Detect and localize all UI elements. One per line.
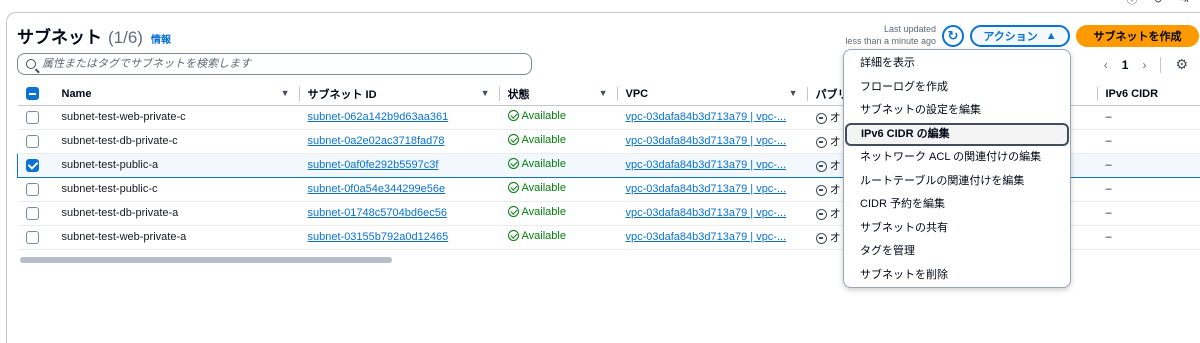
- vpc-link[interactable]: vpc-03dafa84b3d713a79 | vpc-...: [626, 159, 787, 171]
- menu-item-edit-subnet-settings[interactable]: サブネットの設定を編集: [844, 99, 1070, 123]
- row-name: subnet-test-public-c: [53, 177, 300, 202]
- panel-header: サブネット (1/6) 情報: [17, 23, 171, 48]
- no-circle-icon: [815, 232, 827, 244]
- sort-icon: ▼: [598, 88, 608, 98]
- gear-icon[interactable]: ⚙: [1175, 56, 1188, 73]
- actions-dropdown-menu: 詳細を表示 フローログを作成 サブネットの設定を編集 IPv6 CIDR の編集…: [843, 49, 1071, 288]
- menu-item-edit-network-acl[interactable]: ネットワーク ACL の関連付けの編集: [844, 146, 1070, 170]
- row-checkbox[interactable]: [26, 158, 39, 172]
- check-circle-icon: [507, 134, 519, 146]
- no-circle-icon: [815, 184, 827, 196]
- column-header-vpc[interactable]: VPC ▼: [617, 83, 808, 106]
- row-checkbox[interactable]: [25, 230, 39, 244]
- menu-item-share-subnet[interactable]: サブネットの共有: [844, 217, 1070, 241]
- row-checkbox[interactable]: [25, 182, 39, 196]
- actions-button[interactable]: アクション ▲: [970, 25, 1070, 47]
- vpc-link[interactable]: vpc-03dafa84b3d713a79 | vpc-...: [626, 135, 787, 147]
- row-name: subnet-test-db-private-a: [53, 201, 300, 226]
- refresh-icon: ↻: [947, 28, 959, 43]
- row-checkbox[interactable]: [25, 110, 39, 124]
- next-page-icon[interactable]: ›: [1142, 58, 1146, 72]
- subnet-id-link[interactable]: subnet-0a2e02ac3718fad78: [308, 135, 445, 147]
- check-circle-icon: [507, 230, 519, 242]
- menu-item-edit-route-table[interactable]: ルートテーブルの関連付けを編集: [844, 170, 1070, 194]
- row-ipv6: –: [1097, 177, 1200, 202]
- help-icon[interactable]: ⓘ: [1126, 0, 1138, 6]
- row-name: subnet-test-db-private-c: [53, 129, 300, 154]
- current-page[interactable]: 1: [1122, 58, 1129, 72]
- row-ipv6: –: [1097, 201, 1200, 226]
- select-all-checkbox[interactable]: [25, 87, 39, 101]
- prev-page-icon[interactable]: ‹: [1104, 58, 1108, 72]
- pagination-divider: [1160, 56, 1162, 73]
- no-circle-icon: [815, 112, 827, 124]
- column-header-name[interactable]: Name ▼: [53, 83, 300, 106]
- check-circle-icon: [507, 110, 519, 122]
- menu-item-create-flow-log[interactable]: フローログを作成: [844, 76, 1070, 100]
- status-badge: Available: [507, 182, 566, 194]
- caret-up-icon: ▲: [1045, 30, 1057, 42]
- no-circle-icon: [815, 160, 827, 172]
- sort-icon: ▼: [280, 88, 290, 98]
- sort-icon: ▼: [788, 88, 798, 98]
- menu-item-view-details[interactable]: 詳細を表示: [844, 52, 1070, 76]
- menu-item-edit-cidr-reservation[interactable]: CIDR 予約を編集: [844, 193, 1070, 217]
- create-subnet-button[interactable]: サブネットを作成: [1076, 25, 1199, 47]
- sort-icon: ▼: [480, 88, 490, 98]
- row-ipv6: –: [1097, 129, 1200, 154]
- row-ipv6: –: [1097, 105, 1200, 130]
- page-title: サブネット: [17, 28, 102, 47]
- row-ipv6: –: [1097, 152, 1200, 178]
- subnet-id-link[interactable]: subnet-0af0fe292b5597c3f: [308, 159, 439, 171]
- search-icon: [26, 59, 36, 69]
- subnet-id-link[interactable]: subnet-0f0a54e344299e56e: [308, 183, 446, 195]
- subnet-id-link[interactable]: subnet-062a142b9d63aa361: [308, 111, 449, 123]
- selection-count: (1/6): [108, 28, 143, 47]
- last-updated-value: less than a minute ago: [845, 36, 936, 46]
- vpc-link[interactable]: vpc-03dafa84b3d713a79 | vpc-...: [626, 183, 787, 195]
- last-updated-label: Last updated: [883, 24, 936, 34]
- subnet-id-link[interactable]: subnet-03155b792a0d12465: [308, 231, 449, 243]
- refresh-button[interactable]: ↻: [942, 25, 964, 47]
- row-name: subnet-test-public-a: [53, 152, 300, 178]
- no-circle-icon: [815, 208, 827, 220]
- actions-label: アクション: [983, 31, 1038, 43]
- vpc-link[interactable]: vpc-03dafa84b3d713a79 | vpc-...: [626, 111, 787, 123]
- search-bar[interactable]: [17, 53, 532, 75]
- top-toolbar-icons: ⓘ ↻ ⇥: [1126, 0, 1190, 6]
- pagination: ‹ 1 › ⚙: [1104, 56, 1188, 73]
- column-header-ipv6-cidr[interactable]: IPv6 CIDR: [1097, 83, 1200, 106]
- row-name: subnet-test-web-private-a: [53, 225, 300, 250]
- search-input[interactable]: [42, 58, 522, 70]
- info-link[interactable]: 情報: [151, 31, 171, 46]
- check-circle-icon: [507, 158, 519, 170]
- status-badge: Available: [507, 158, 566, 170]
- menu-item-manage-tags[interactable]: タグを管理: [844, 240, 1070, 264]
- check-circle-icon: [507, 182, 519, 194]
- row-ipv6: –: [1097, 225, 1200, 250]
- status-badge: Available: [507, 110, 566, 122]
- status-badge: Available: [507, 134, 566, 146]
- row-checkbox[interactable]: [25, 206, 39, 220]
- menu-item-edit-ipv6-cidr[interactable]: IPv6 CIDR の編集: [845, 122, 1069, 146]
- check-circle-icon: [507, 206, 519, 218]
- column-header-subnet-id[interactable]: サブネット ID ▼: [299, 83, 500, 106]
- select-all-cell: [17, 83, 54, 106]
- expand-icon[interactable]: ⇥: [1178, 0, 1190, 6]
- vpc-link[interactable]: vpc-03dafa84b3d713a79 | vpc-...: [626, 207, 787, 219]
- row-checkbox[interactable]: [25, 134, 39, 148]
- last-updated: Last updated less than a minute ago: [845, 23, 936, 47]
- subnet-id-link[interactable]: subnet-01748c5704bd6ec56: [308, 207, 447, 219]
- vpc-link[interactable]: vpc-03dafa84b3d713a79 | vpc-...: [626, 231, 787, 243]
- horizontal-scrollbar[interactable]: [20, 257, 392, 263]
- status-badge: Available: [507, 206, 566, 218]
- row-name: subnet-test-web-private-c: [53, 105, 300, 130]
- history-icon[interactable]: ↻: [1152, 0, 1164, 6]
- status-badge: Available: [507, 230, 566, 242]
- menu-item-delete-subnet[interactable]: サブネットを削除: [844, 264, 1070, 288]
- column-header-state[interactable]: 状態 ▼: [499, 83, 618, 106]
- no-circle-icon: [815, 136, 827, 148]
